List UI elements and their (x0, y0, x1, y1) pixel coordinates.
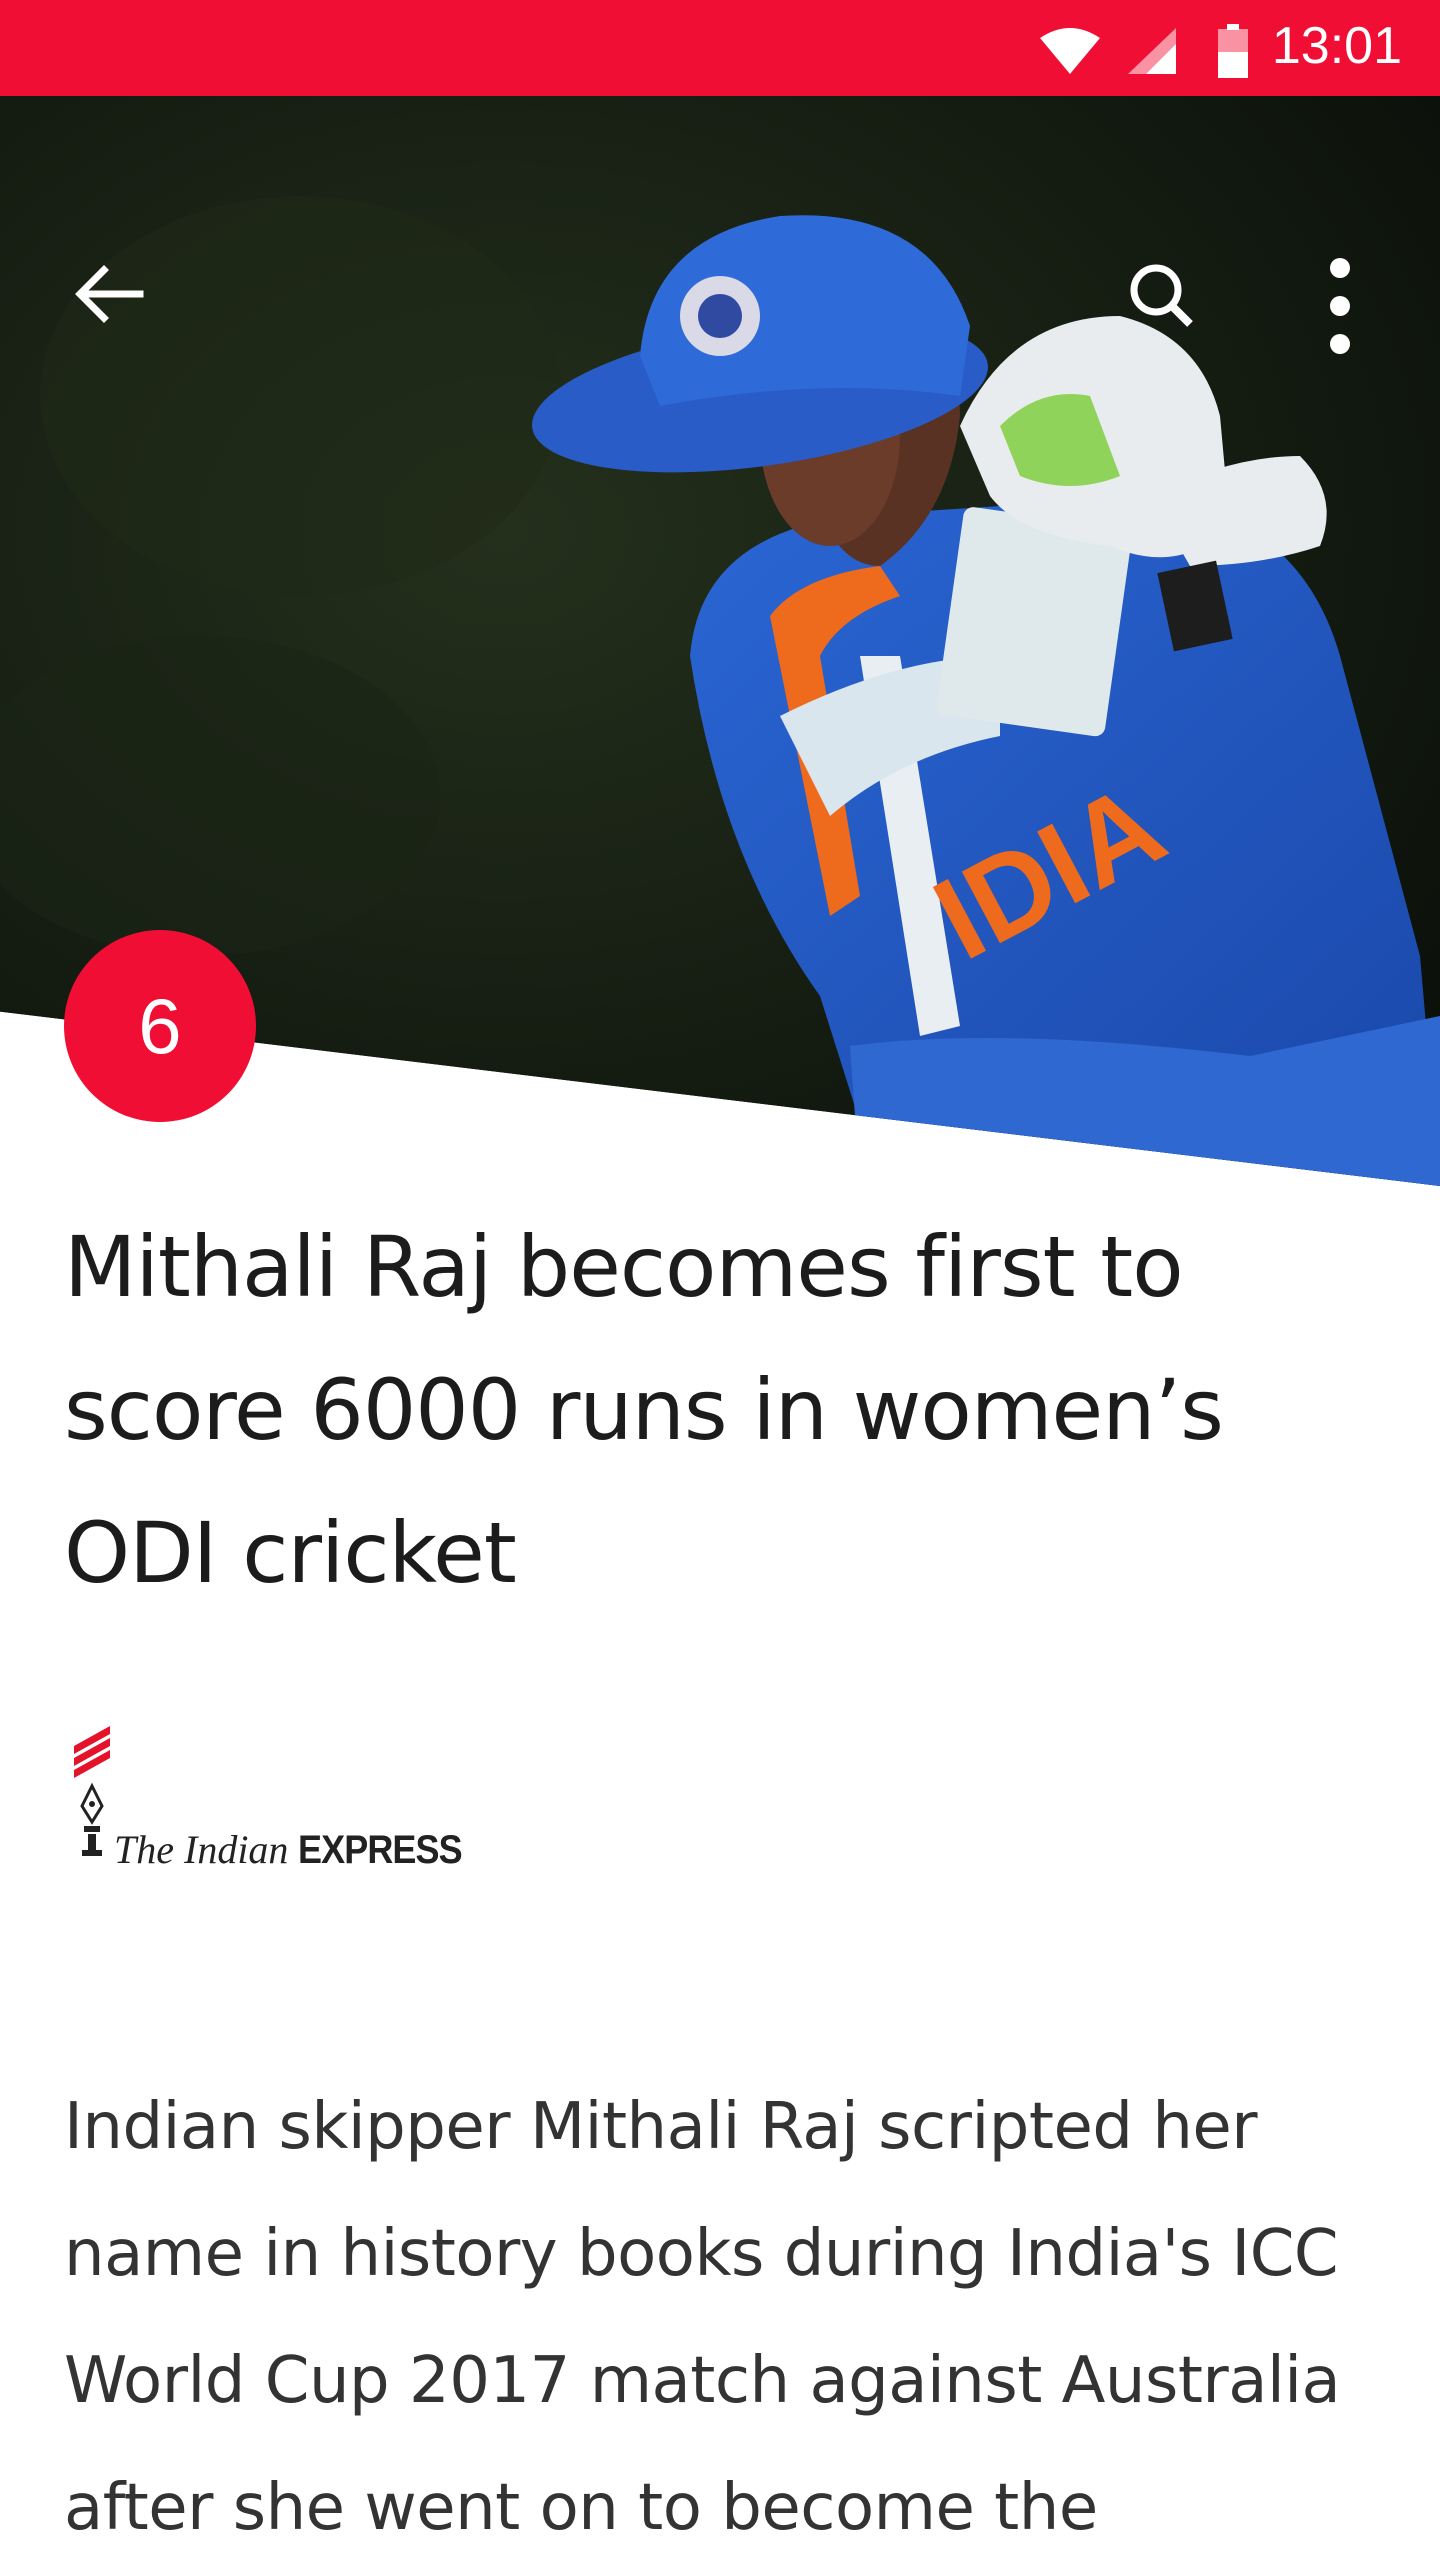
status-time: 13:01 (1271, 17, 1402, 75)
indian-express-emblem (74, 1726, 110, 1856)
wifi-icon (1040, 28, 1100, 74)
more-options-button[interactable] (1300, 246, 1380, 366)
status-bar: 13:01 (0, 0, 1440, 96)
source-logo[interactable]: The Indian EXPRESS (70, 1722, 463, 1882)
story-title[interactable]: Mithali Raj becomes first to score 6000 … (64, 1196, 1384, 1625)
search-button[interactable] (1110, 246, 1206, 342)
arrow-back-icon (75, 265, 144, 323)
rank-badge: 6 (64, 930, 256, 1122)
back-button[interactable] (60, 246, 156, 342)
more-vert-icon (1330, 258, 1350, 354)
source-name: The Indian EXPRESS (114, 1826, 480, 1873)
search-icon (1130, 264, 1193, 327)
source-name-suffix: EXPRESS (298, 1828, 463, 1872)
article-body: Indian skipper Mithali Raj scripted her … (64, 2090, 1341, 2545)
source-name-prefix: The Indian (114, 1827, 299, 1872)
cell-signal-icon (1128, 28, 1176, 74)
battery-icon (1218, 24, 1248, 78)
